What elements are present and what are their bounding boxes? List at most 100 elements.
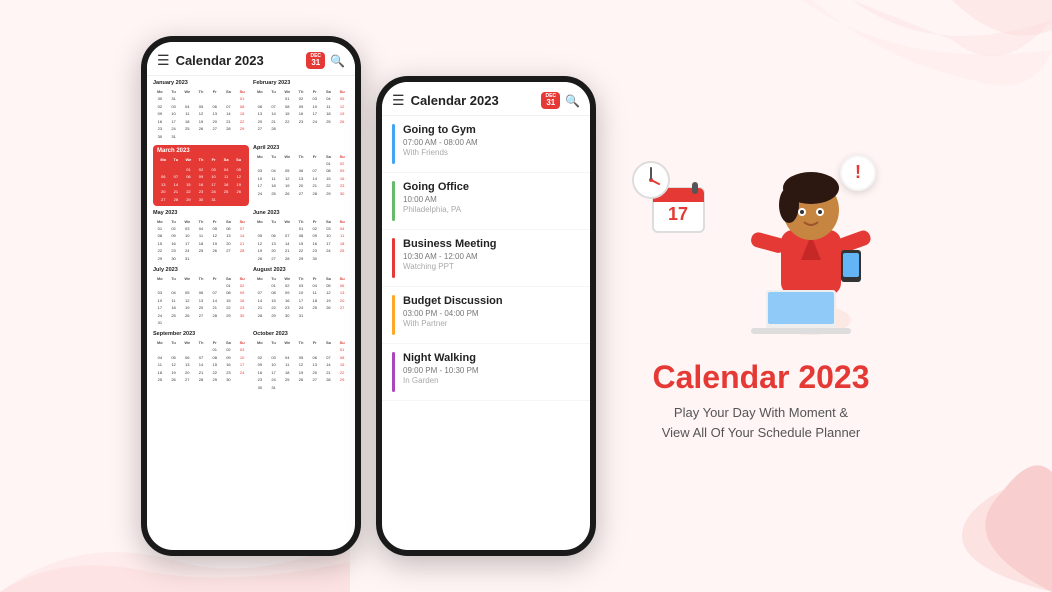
day-cell[interactable]: 19 (280, 182, 294, 190)
day-cell[interactable]: 04 (267, 167, 281, 175)
day-cell[interactable]: 17 (235, 361, 249, 369)
day-cell[interactable]: 22 (335, 369, 349, 377)
day-cell[interactable] (194, 95, 208, 103)
day-cell[interactable]: 06 (253, 103, 267, 111)
day-cell[interactable]: 10 (253, 175, 267, 183)
day-cell[interactable]: 20 (208, 118, 222, 126)
day-cell[interactable]: 07 (194, 354, 208, 362)
day-cell[interactable]: 12 (167, 361, 181, 369)
day-cell[interactable]: 18 (335, 240, 349, 248)
day-cell[interactable]: 30 (335, 190, 349, 198)
day-cell[interactable]: 21 (194, 369, 208, 377)
day-cell[interactable]: 27 (267, 255, 281, 263)
day-cell[interactable]: 30 (253, 384, 267, 392)
day-cell[interactable]: 14 (280, 240, 294, 248)
day-cell[interactable]: 13 (253, 110, 267, 118)
day-cell[interactable] (153, 346, 167, 354)
day-cell[interactable]: 19 (335, 110, 349, 118)
day-cell[interactable] (280, 225, 294, 233)
day-cell[interactable] (194, 346, 208, 354)
day-cell[interactable]: 23 (167, 247, 181, 255)
day-cell[interactable] (294, 384, 308, 392)
day-cell[interactable]: 24 (167, 125, 181, 133)
day-cell[interactable]: 19 (294, 369, 308, 377)
day-cell[interactable]: 12 (232, 173, 245, 181)
day-cell[interactable]: 13 (222, 232, 236, 240)
day-cell[interactable]: 11 (267, 175, 281, 183)
day-cell[interactable] (232, 196, 245, 204)
day-cell[interactable]: 09 (222, 354, 236, 362)
day-cell[interactable]: 19 (194, 118, 208, 126)
day-cell[interactable]: 26 (322, 304, 336, 312)
day-cell[interactable]: 11 (180, 110, 194, 118)
day-cell[interactable]: 07 (280, 232, 294, 240)
day-cell[interactable]: 15 (235, 110, 249, 118)
day-cell[interactable] (153, 282, 167, 290)
day-cell[interactable]: 03 (167, 103, 181, 111)
day-cell[interactable] (280, 160, 294, 168)
schedule-item-0[interactable]: Going to Gym07:00 AM - 08:00 AMWith Frie… (382, 116, 590, 173)
day-cell[interactable]: 30 (167, 255, 181, 263)
day-cell[interactable]: 24 (267, 376, 281, 384)
day-cell[interactable] (294, 160, 308, 168)
day-cell[interactable]: 05 (322, 282, 336, 290)
day-cell[interactable] (194, 255, 208, 263)
day-cell[interactable]: 30 (153, 133, 167, 141)
day-cell[interactable]: 06 (194, 289, 208, 297)
day-cell[interactable]: 07 (170, 173, 183, 181)
day-cell[interactable]: 02 (222, 346, 236, 354)
day-cell[interactable]: 01 (222, 282, 236, 290)
day-cell[interactable]: 17 (167, 118, 181, 126)
day-cell[interactable]: 28 (253, 312, 267, 320)
day-cell[interactable]: 22 (267, 304, 281, 312)
day-cell[interactable] (335, 384, 349, 392)
day-cell[interactable]: 03 (308, 95, 322, 103)
day-cell[interactable]: 15 (222, 297, 236, 305)
day-cell[interactable]: 05 (253, 232, 267, 240)
day-cell[interactable]: 28 (308, 190, 322, 198)
day-cell[interactable]: 31 (294, 312, 308, 320)
day-cell[interactable] (180, 346, 194, 354)
day-cell[interactable]: 22 (280, 118, 294, 126)
day-cell[interactable]: 17 (322, 240, 336, 248)
day-cell[interactable]: 27 (308, 376, 322, 384)
day-cell[interactable]: 13 (308, 361, 322, 369)
day-cell[interactable]: 24 (322, 247, 336, 255)
day-cell[interactable]: 06 (157, 173, 170, 181)
day-cell[interactable] (235, 255, 249, 263)
day-cell[interactable]: 15 (153, 240, 167, 248)
day-cell[interactable]: 06 (208, 103, 222, 111)
day-cell[interactable]: 10 (207, 173, 220, 181)
day-cell[interactable]: 02 (335, 160, 349, 168)
day-cell[interactable]: 21 (280, 247, 294, 255)
day-cell[interactable] (194, 133, 208, 141)
day-cell[interactable]: 09 (280, 289, 294, 297)
day-cell[interactable]: 18 (267, 182, 281, 190)
day-cell[interactable]: 10 (235, 354, 249, 362)
day-cell[interactable] (157, 166, 170, 174)
day-cell[interactable]: 15 (294, 240, 308, 248)
day-cell[interactable]: 14 (253, 297, 267, 305)
day-cell[interactable]: 26 (294, 376, 308, 384)
day-cell[interactable]: 04 (220, 166, 233, 174)
day-cell[interactable] (208, 133, 222, 141)
day-cell[interactable]: 23 (195, 188, 208, 196)
day-cell[interactable]: 11 (280, 361, 294, 369)
day-cell[interactable]: 29 (235, 125, 249, 133)
day-cell[interactable] (222, 255, 236, 263)
day-cell[interactable] (335, 125, 349, 133)
day-cell[interactable]: 16 (235, 297, 249, 305)
day-cell[interactable]: 11 (322, 103, 336, 111)
day-cell[interactable]: 09 (335, 167, 349, 175)
day-cell[interactable]: 22 (182, 188, 195, 196)
day-cell[interactable]: 10 (180, 232, 194, 240)
day-cell[interactable]: 28 (280, 255, 294, 263)
schedule-item-2[interactable]: Business Meeting10:30 AM - 12:00 AMWatch… (382, 230, 590, 287)
day-cell[interactable]: 24 (308, 118, 322, 126)
day-cell[interactable] (322, 384, 336, 392)
day-cell[interactable]: 24 (180, 247, 194, 255)
day-cell[interactable]: 21 (308, 182, 322, 190)
day-cell[interactable]: 25 (167, 312, 181, 320)
day-cell[interactable] (235, 319, 249, 327)
day-cell[interactable]: 02 (308, 225, 322, 233)
